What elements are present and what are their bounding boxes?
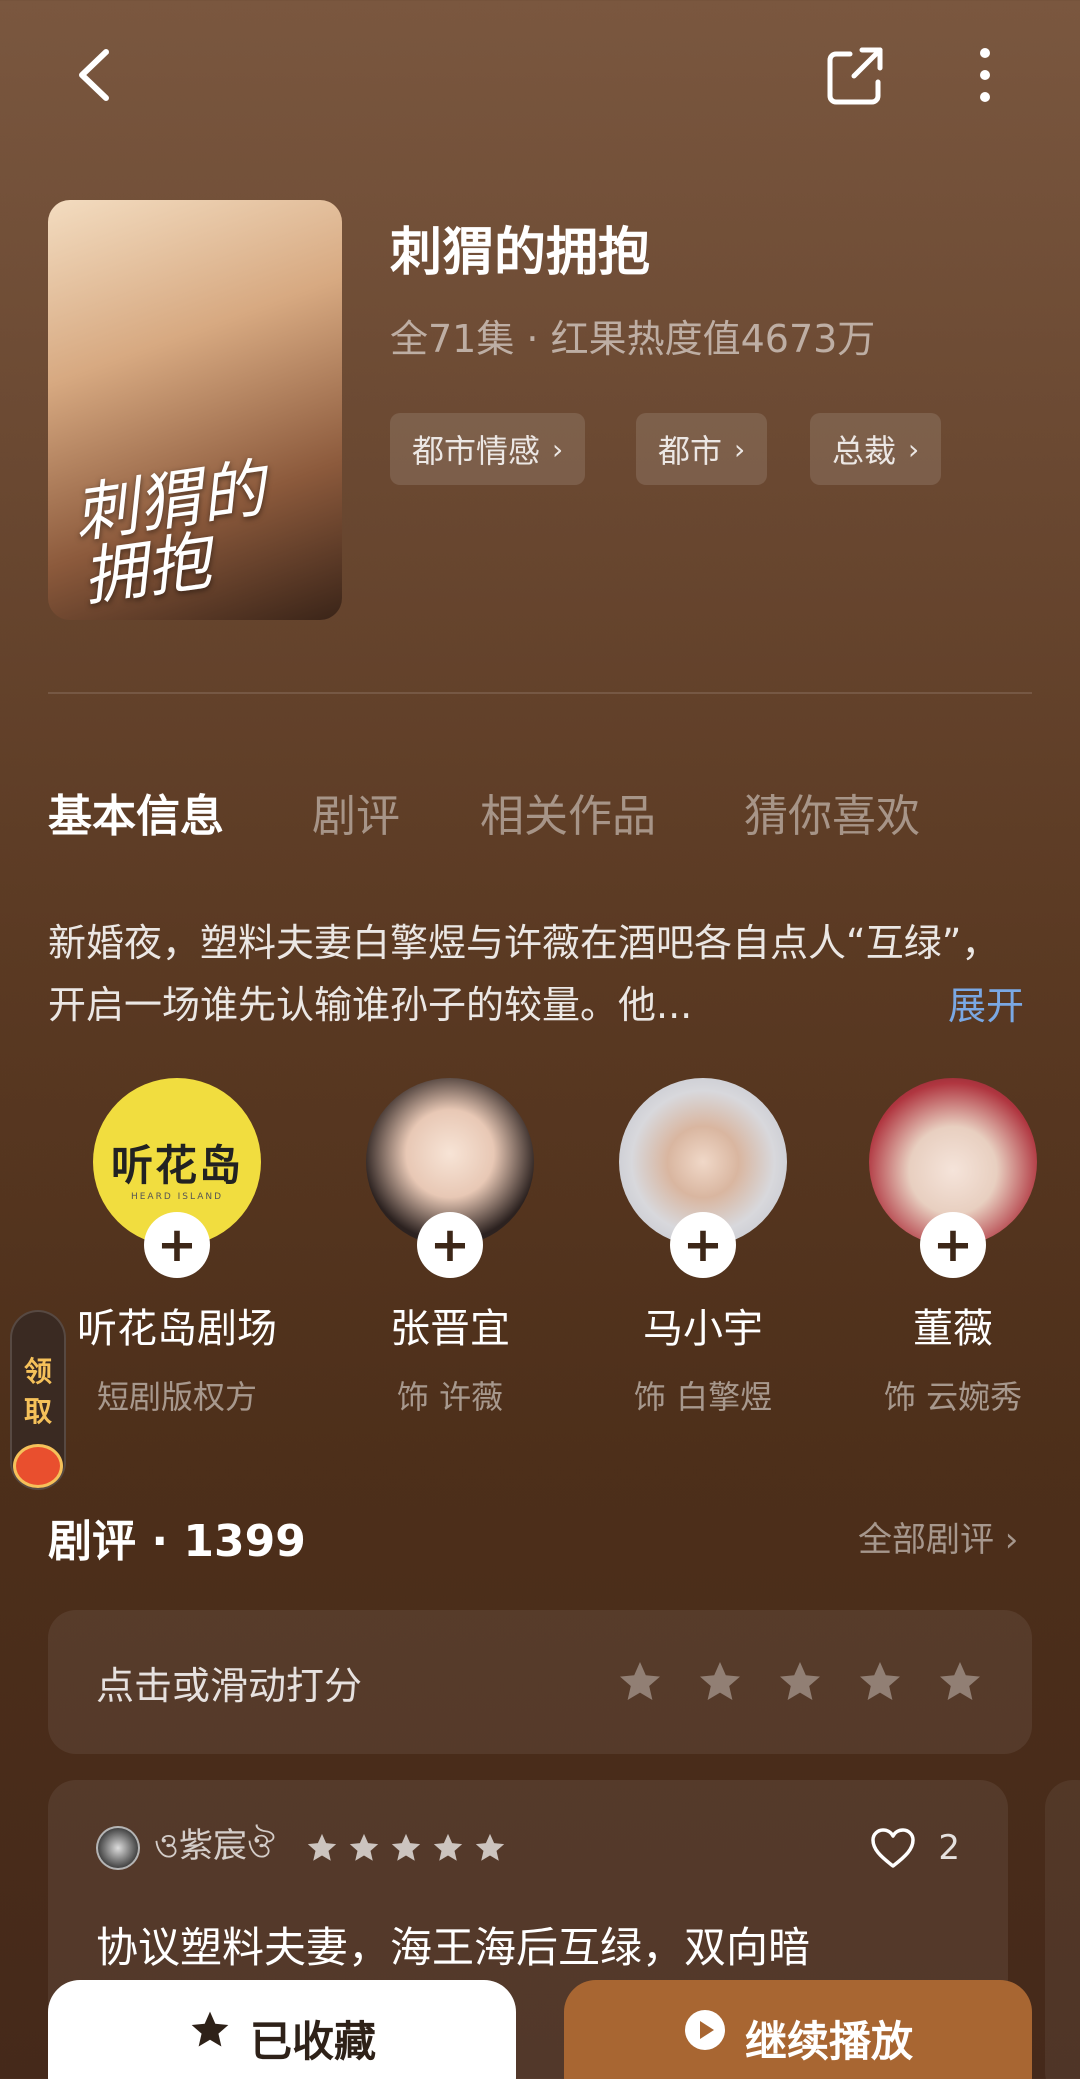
star-icon[interactable] xyxy=(936,1658,984,1706)
chevron-right-icon: › xyxy=(734,432,746,466)
play-icon xyxy=(684,2010,725,2050)
cast-name: 董薇 xyxy=(913,1306,993,1352)
cast-item[interactable]: 听花岛 HEARD ISLAND + 听花岛剧场 短剧版权方 xyxy=(62,1078,292,1418)
cast-name: 听花岛剧场 xyxy=(77,1306,277,1352)
studio-logo-text: 听花岛 xyxy=(110,1140,243,1190)
divider xyxy=(48,692,1032,694)
favorited-button[interactable]: 已收藏 xyxy=(48,1980,516,2079)
share-button[interactable] xyxy=(820,40,890,110)
drama-poster[interactable]: 刺猬的 拥抱 xyxy=(48,200,342,620)
review-text: 协议塑料夫妻，海王海后互绿，双向暗 xyxy=(96,1923,811,1972)
cast-item[interactable]: + 马小宇 饰 白擎煜 xyxy=(588,1078,818,1418)
star-icon xyxy=(349,1833,379,1861)
follow-plus-icon[interactable]: + xyxy=(417,1212,483,1278)
tab-basic-info[interactable]: 基本信息 xyxy=(48,780,224,844)
favorited-label: 已收藏 xyxy=(249,2017,376,2066)
poster-title: 刺猬的 拥抱 xyxy=(69,452,270,616)
back-button[interactable] xyxy=(66,40,126,110)
heart-icon xyxy=(871,1827,916,1868)
star-icon[interactable] xyxy=(776,1658,824,1706)
rating-card[interactable]: 点击或滑动打分 xyxy=(48,1610,1032,1754)
like-button[interactable]: 2 xyxy=(870,1827,960,1869)
continue-play-button[interactable]: 继续播放 xyxy=(564,1980,1032,2079)
follow-plus-icon[interactable]: + xyxy=(144,1212,210,1278)
follow-plus-icon[interactable]: + xyxy=(670,1212,736,1278)
cast-item[interactable]: + 张晋宜 饰 许薇 xyxy=(335,1078,565,1418)
chevron-left-icon xyxy=(79,49,109,101)
drama-title: 刺猬的拥抱 xyxy=(390,223,651,283)
cast-role: 短剧版权方 xyxy=(96,1378,257,1416)
share-icon xyxy=(827,47,883,105)
rating-stars[interactable] xyxy=(616,1658,984,1706)
more-vertical-icon xyxy=(980,48,990,102)
star-icon[interactable] xyxy=(856,1658,904,1706)
more-button[interactable] xyxy=(955,40,1015,110)
reviews-heading: 剧评 · 1399 xyxy=(48,1516,306,1567)
review-card-next[interactable] xyxy=(1045,1780,1080,2079)
tag-urban-romance[interactable]: 都市情感 › xyxy=(390,413,586,485)
star-icon xyxy=(475,1833,505,1861)
star-icon xyxy=(307,1833,337,1861)
cast-item[interactable]: + 董薇 饰 云婉秀 xyxy=(838,1078,1068,1418)
reward-float-button[interactable]: 领 取 xyxy=(10,1310,66,1490)
expand-link[interactable]: 展开 xyxy=(948,975,1024,1030)
continue-play-label: 继续播放 xyxy=(744,2017,913,2066)
reward-label-2: 取 xyxy=(23,1395,52,1428)
cast-role: 饰 云婉秀 xyxy=(883,1378,1023,1416)
drama-meta: 全71集 · 红果热度值4673万 xyxy=(390,317,876,361)
cast-name: 张晋宜 xyxy=(390,1306,510,1352)
studio-logo-subtitle: HEARD ISLAND xyxy=(130,1192,224,1202)
tab-reviews[interactable]: 剧评 xyxy=(312,780,400,844)
tab-recommend[interactable]: 猜你喜欢 xyxy=(744,780,920,844)
chevron-right-icon: › xyxy=(552,432,564,466)
cast-role: 饰 白擎煜 xyxy=(633,1378,773,1416)
red-packet-icon xyxy=(13,1444,63,1488)
description: 新婚夜，塑料夫妻白擎煜与许薇在酒吧各自点人“互绿”，开启一场谁先认输谁孙子的较量… xyxy=(48,921,1000,1027)
chevron-right-icon: › xyxy=(908,432,920,466)
like-count: 2 xyxy=(938,1827,960,1868)
review-username: ও紫宸ঔ xyxy=(154,1826,275,1866)
tag-urban[interactable]: 都市 › xyxy=(636,413,768,485)
star-icon xyxy=(191,2011,229,2047)
avatar xyxy=(96,1825,140,1870)
star-icon[interactable] xyxy=(696,1658,744,1706)
tag-label: 总裁 xyxy=(832,432,897,470)
tag-label: 都市情感 xyxy=(412,432,541,470)
tag-label: 都市 xyxy=(658,432,723,470)
star-icon[interactable] xyxy=(616,1658,664,1706)
star-icon xyxy=(433,1833,463,1861)
tab-related-works[interactable]: 相关作品 xyxy=(480,780,656,844)
follow-plus-icon[interactable]: + xyxy=(920,1212,986,1278)
all-reviews-link[interactable]: 全部剧评 › xyxy=(858,1512,1018,1561)
cast-name: 马小宇 xyxy=(643,1306,763,1352)
review-stars xyxy=(305,1831,507,1865)
star-icon xyxy=(391,1833,421,1861)
rate-prompt: 点击或滑动打分 xyxy=(96,1663,363,1708)
tag-ceo[interactable]: 总裁 › xyxy=(810,413,942,485)
reward-label-1: 领 xyxy=(23,1355,52,1388)
cast-role: 饰 许薇 xyxy=(396,1378,504,1416)
